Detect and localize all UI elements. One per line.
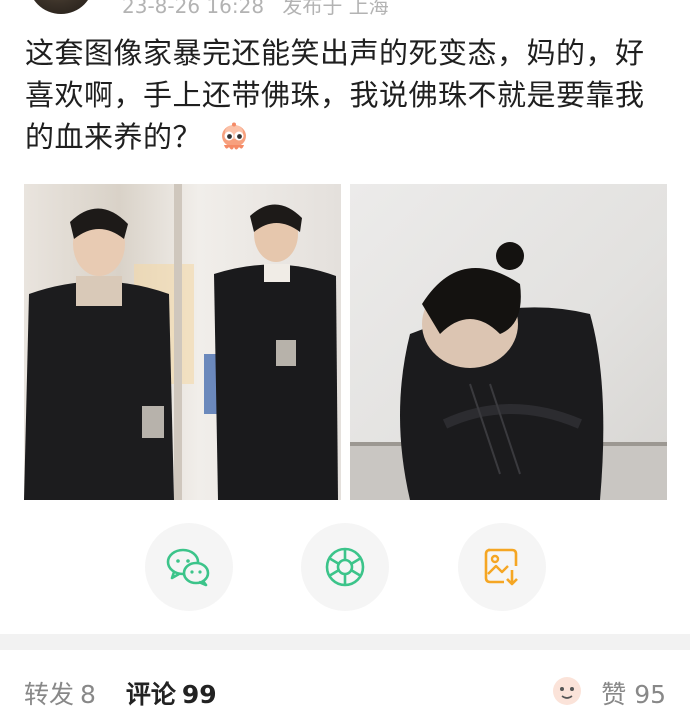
tab-repost-label: 转发	[24, 680, 75, 709]
tab-repost[interactable]: 转发 8	[24, 675, 96, 711]
photo-2-image	[350, 242, 667, 500]
wechat-icon	[166, 548, 210, 587]
tab-comments[interactable]: 评论 99	[126, 675, 217, 711]
section-divider	[0, 634, 690, 650]
save-image-icon	[484, 548, 518, 586]
post-location: 发布于 上海	[282, 0, 389, 18]
tab-comments-count: 99	[181, 680, 217, 709]
post-photo-2[interactable]	[350, 184, 667, 500]
share-wechat-button[interactable]	[145, 523, 233, 611]
save-image-button[interactable]	[458, 523, 546, 611]
share-moments-button[interactable]	[301, 523, 389, 611]
like-emoji-icon	[553, 677, 582, 705]
post-photo-1[interactable]	[24, 184, 341, 500]
moments-icon	[325, 547, 365, 587]
photo-1-image	[24, 184, 338, 500]
post-meta: 23-8-26 16:28 发布于 上海	[122, 0, 401, 20]
cute-octopus-emoji	[221, 122, 246, 150]
tab-comments-label: 评论	[125, 680, 176, 709]
post-body: 这套图像家暴完还能笑出声的死变态，妈的，好喜欢啊，手上还带佛珠，我说佛珠不就是要…	[25, 36, 645, 154]
like-label: 赞	[601, 680, 627, 709]
like-count: 95	[634, 680, 666, 709]
like-button[interactable]: 赞 95	[553, 675, 666, 711]
tab-repost-count: 8	[80, 680, 96, 709]
interaction-tabs: 转发 8 评论 99	[24, 675, 239, 711]
post-text: 这套图像家暴完还能笑出声的死变态，妈的，好喜欢啊，手上还带佛珠，我说佛珠不就是要…	[25, 32, 670, 158]
post-timestamp: 23-8-26 16:28	[122, 0, 265, 18]
avatar[interactable]	[28, 0, 94, 14]
